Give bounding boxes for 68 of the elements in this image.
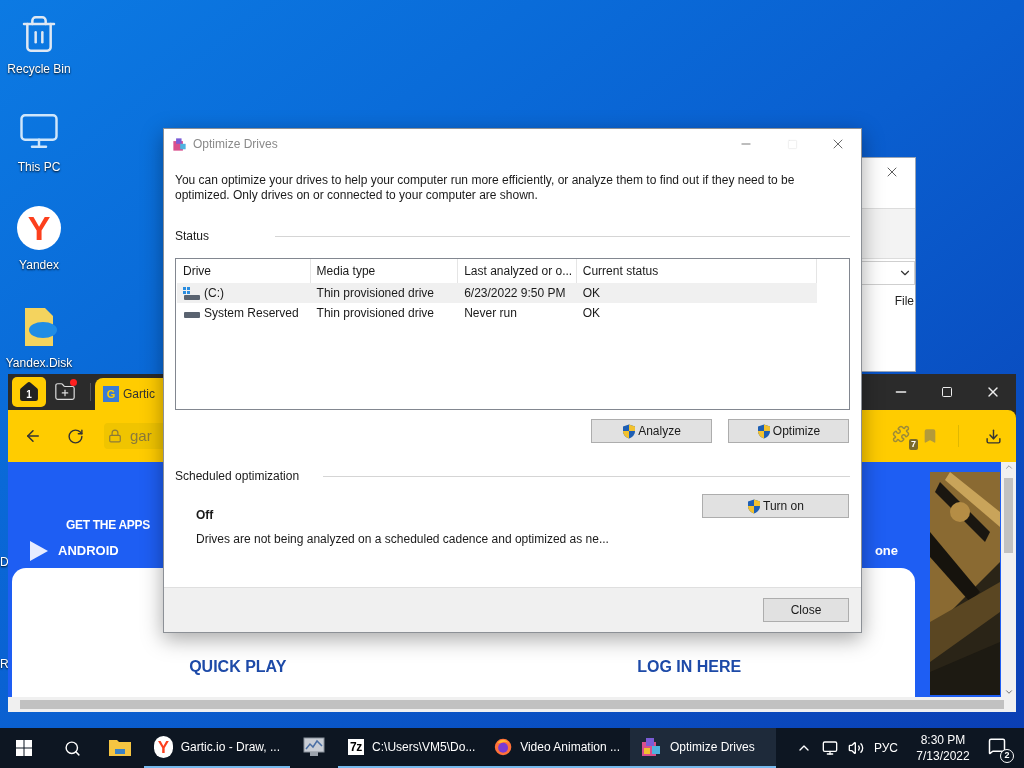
yandex-icon: Y — [154, 736, 173, 758]
scroll-down-icon[interactable] — [1003, 687, 1014, 697]
apps-heading: GET THE APPS — [66, 517, 150, 534]
shield-icon — [622, 423, 637, 439]
yandex-icon[interactable]: Y — [17, 206, 61, 250]
table-cell-text: 6/23/2022 9:50 PM — [463, 285, 567, 302]
home-tab[interactable]: 1 — [12, 377, 46, 407]
table-cell-text: OK — [581, 305, 602, 322]
schedule-state: Off — [196, 507, 215, 524]
drive-icon — [183, 286, 200, 300]
section-heading: Status — [175, 228, 210, 245]
drive-row[interactable]: (C:) Thin provisioned drive 6/23/2022 9:50 PM OK — [177, 283, 817, 303]
drive-name: (C:) — [204, 285, 224, 302]
defrag-icon — [172, 136, 187, 152]
desktop-icon-label[interactable]: Recycle Bin — [7, 60, 71, 78]
network-icon[interactable] — [821, 740, 838, 756]
new-tab-group-icon[interactable] — [54, 381, 78, 403]
search-icon[interactable] — [63, 739, 81, 757]
scrollbar-thumb[interactable] — [1004, 478, 1013, 553]
table-cell-text: OK — [581, 285, 602, 302]
play-store-icon[interactable] — [28, 540, 50, 562]
desktop-icon-label[interactable]: Yandex.Disk — [5, 354, 73, 372]
vertical-scrollbar[interactable] — [1001, 462, 1016, 697]
table-cell-text: Never run — [463, 305, 518, 322]
taskbar-app[interactable]: Optimize Drives — [630, 728, 776, 768]
volume-icon[interactable] — [847, 740, 864, 756]
action-button[interactable]: Analyze — [591, 419, 712, 443]
desktop-icon-label[interactable]: D — [0, 553, 9, 571]
android-link[interactable]: ANDROID — [58, 541, 119, 561]
favicon: G — [103, 386, 119, 402]
shield-icon — [756, 423, 771, 439]
intro-text: You can optimize your drives to help your computer run more efficiently, or analyze them to find out if they need to be optimized. Only drives on or connected to your computer are shown. — [175, 173, 796, 203]
drive-icon — [183, 312, 200, 319]
scrollbar-thumb[interactable] — [20, 700, 1004, 709]
login-link[interactable]: LOG IN HERE — [463, 655, 915, 679]
desktop-icon-label[interactable]: Yandex — [19, 256, 59, 274]
defrag-icon — [640, 736, 662, 758]
taskbar-app[interactable]: Y Gartic.io - Draw, ... — [144, 728, 290, 768]
archive-icon: 7z — [348, 739, 365, 755]
table-cell-text: Thin provisioned drive — [315, 285, 435, 302]
store-link[interactable]: one — [874, 541, 898, 561]
clock[interactable]: 8:30 PM 7/13/2022 — [908, 732, 978, 764]
turn-on-button[interactable]: Turn on — [702, 494, 849, 518]
quick-play-link[interactable]: QUICK PLAY — [12, 655, 464, 679]
close-button[interactable]: Close — [763, 598, 849, 622]
taskbar-app[interactable]: 7z C:\Users\VM5\Do... — [338, 728, 484, 768]
horizontal-scrollbar[interactable] — [8, 697, 1016, 712]
desktop-icon-label[interactable]: This PC — [17, 158, 61, 176]
section-heading: Scheduled optimization — [175, 468, 300, 485]
window-title: Optimize Drives — [193, 136, 278, 153]
home-icon — [18, 381, 40, 403]
windows-logo-icon[interactable] — [16, 740, 32, 756]
back-icon[interactable] — [24, 427, 42, 445]
firefox-icon — [494, 736, 513, 758]
reload-icon[interactable] — [67, 427, 84, 445]
schedule-description: Drives are not being analyzed on a scheduled cadence and optimized as ne... — [196, 531, 610, 548]
table-cell-text: Thin provisioned drive — [315, 305, 435, 322]
drive-row[interactable]: System Reserved Thin provisioned drive Never run OK — [177, 303, 817, 323]
desktop-icon-label[interactable]: R — [0, 655, 9, 673]
folder-icon — [109, 738, 131, 756]
shield-icon — [747, 498, 762, 514]
monitor-chart-icon — [303, 737, 325, 757]
maximize-icon[interactable] — [941, 386, 953, 398]
column-header[interactable]: File — [894, 292, 914, 310]
download-icon[interactable] — [985, 427, 1002, 445]
action-button[interactable]: Optimize — [728, 419, 849, 443]
drive-name: System Reserved — [204, 305, 299, 322]
language-indicator[interactable]: РУС — [873, 739, 898, 757]
